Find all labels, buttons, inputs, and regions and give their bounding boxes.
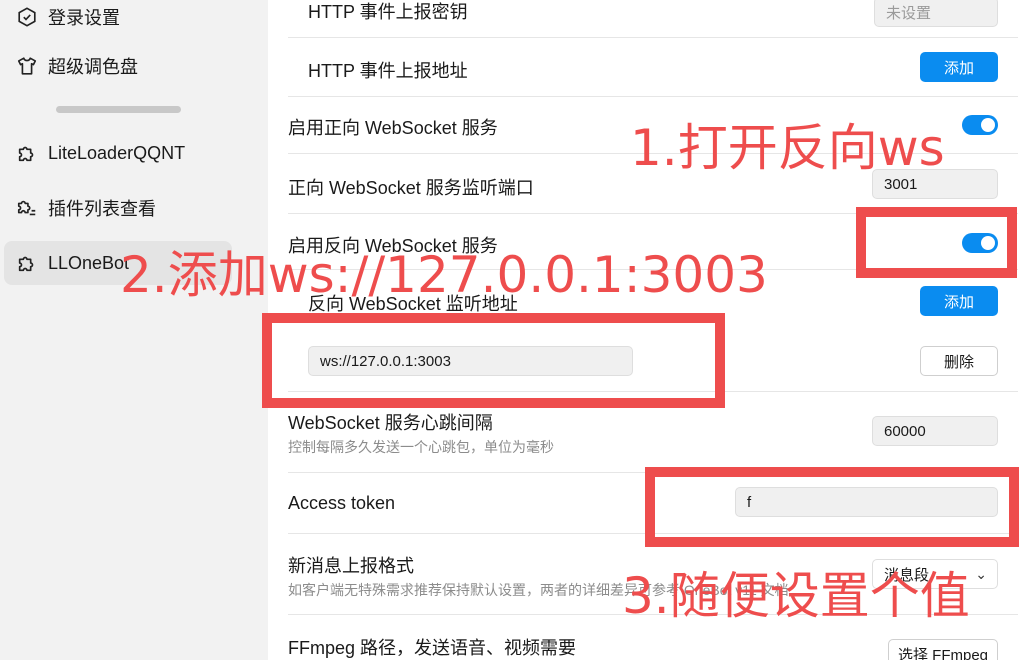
reverse-ws-entry-row: ws://127.0.0.1:3003 删除 [288,330,1018,392]
sidebar-item-super-palette[interactable]: 超级调色盘 [4,44,232,88]
hexagon-check-icon [14,4,40,30]
settings-panel: HTTP 事件上报密钥 未设置 HTTP 事件上报地址 添加 启用正向 WebS… [268,0,1035,660]
sidebar-item-label: 超级调色盘 [48,57,138,77]
add-http-url-button[interactable]: 添加 [920,52,998,82]
http-report-url-row: HTTP 事件上报地址 添加 [288,38,1018,97]
http-secret-row: HTTP 事件上报密钥 未设置 [288,0,1018,38]
tshirt-icon [14,53,40,79]
reverse-ws-toggle[interactable] [962,233,998,253]
sidebar-item-liteloaderqqnt[interactable]: LiteLoaderQQNT [4,131,232,175]
access-token-input[interactable]: f [735,487,998,517]
select-ffmpeg-button[interactable]: 选择 FFmpeg [888,639,998,660]
reverse-ws-url-input[interactable]: ws://127.0.0.1:3003 [308,346,633,376]
heartbeat-desc: 控制每隔多久发送一个心跳包，单位为毫秒 [288,439,554,455]
forward-ws-toggle[interactable] [962,115,998,135]
chevron-down-icon: ⌄ [975,566,987,582]
sidebar-item-label: 登录设置 [48,8,120,28]
puzzle-icon [14,140,40,166]
delete-reverse-ws-button[interactable]: 删除 [920,346,998,376]
add-reverse-ws-button[interactable]: 添加 [920,286,998,316]
sidebar-item-label: LLOneBot [48,252,130,273]
sidebar-divider [56,106,181,113]
http-secret-input[interactable]: 未设置 [874,0,998,27]
heartbeat-row: WebSocket 服务心跳间隔 控制每隔多久发送一个心跳包，单位为毫秒 600… [288,392,1018,473]
msg-format-label: 新消息上报格式 [288,556,414,576]
ffmpeg-label: FFmpeg 路径，发送语音、视频需要 [288,638,577,658]
sidebar-item-plugin-list[interactable]: 插件列表查看 [4,186,232,230]
puzzle-list-icon [14,195,40,221]
sidebar-item-login-settings[interactable]: 登录设置 [4,0,232,39]
annotation-step1: 1.打开反向ws [630,119,945,177]
http-report-url-label: HTTP 事件上报地址 [308,61,468,81]
heartbeat-label: WebSocket 服务心跳间隔 [288,413,493,433]
annotation-step2: 2.添加ws://127.0.0.1:3003 [120,246,768,304]
sidebar-item-label: LiteLoaderQQNT [48,142,186,163]
forward-ws-port-label: 正向 WebSocket 服务监听端口 [288,178,534,198]
heartbeat-input[interactable]: 60000 [872,416,998,446]
forward-ws-enable-label: 启用正向 WebSocket 服务 [288,118,498,138]
access-token-row: Access token f [288,473,1018,534]
annotation-step3: 3.随便设置个值 [622,567,970,625]
access-token-label: Access token [288,493,396,513]
sidebar-item-label: 插件列表查看 [48,199,156,219]
sidebar: 登录设置 超级调色盘 LiteLoaderQQNT 插件列表查看 LLOneBo… [0,0,244,660]
http-secret-label: HTTP 事件上报密钥 [308,2,468,22]
puzzle-icon [14,250,40,276]
